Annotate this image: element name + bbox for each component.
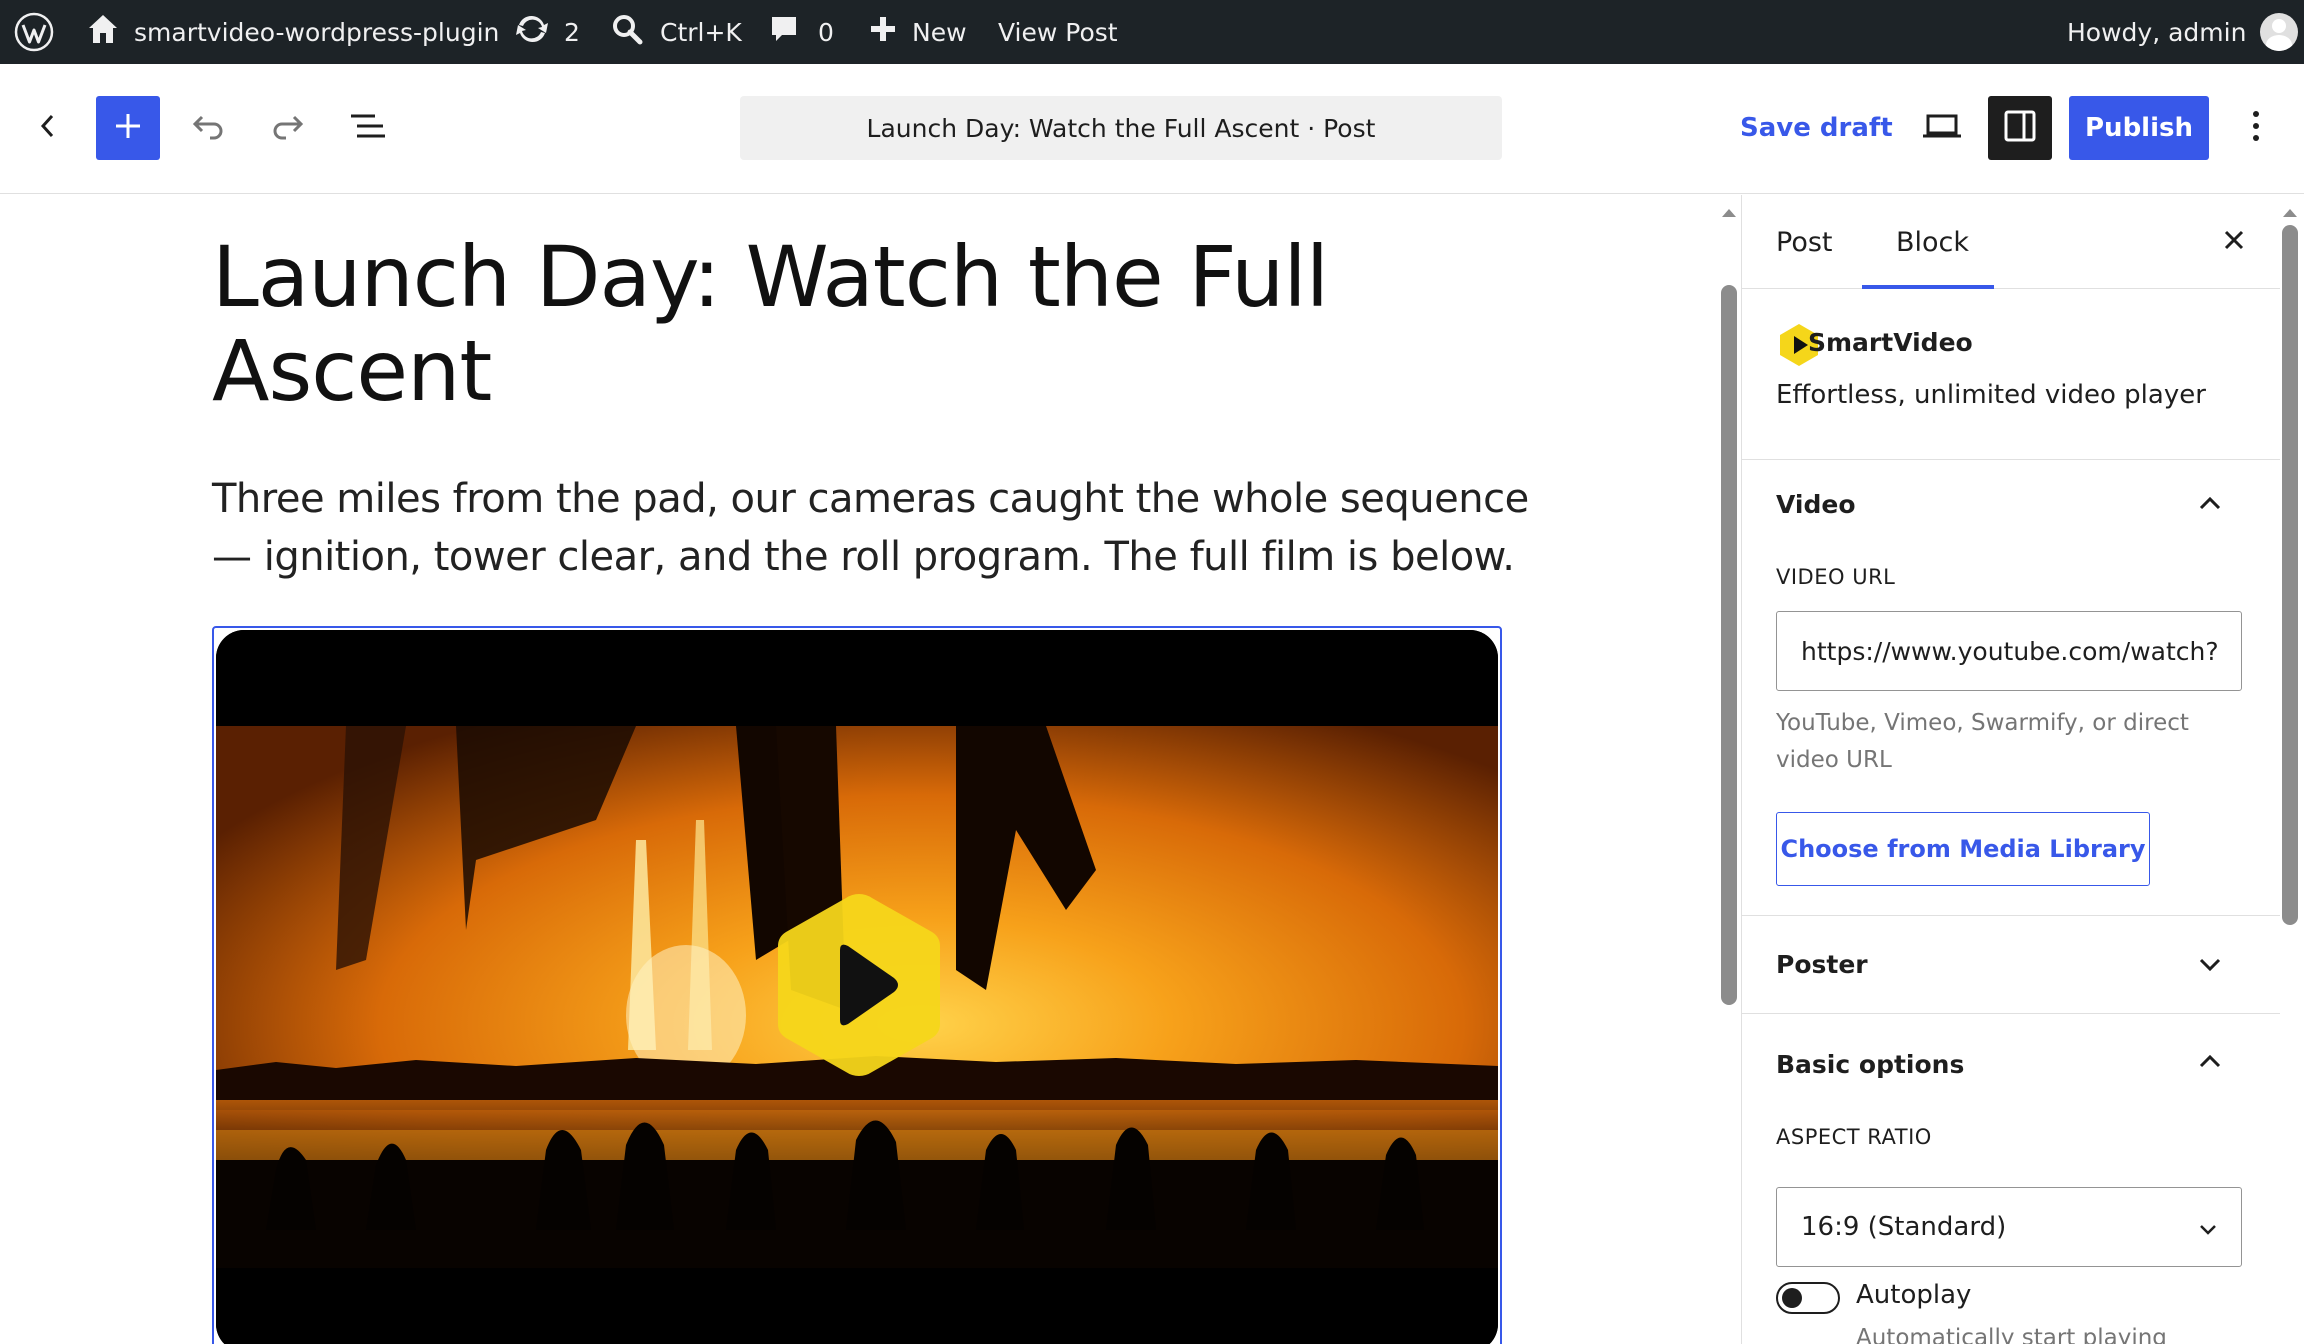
publish-button[interactable]: Publish bbox=[2069, 96, 2209, 160]
view-post-label: View Post bbox=[998, 17, 1118, 47]
aspect-ratio-select[interactable]: 16:9 (Standard) bbox=[1776, 1187, 2242, 1267]
chevron-down-icon[interactable] bbox=[2192, 947, 2228, 983]
document-overview-button[interactable] bbox=[344, 96, 392, 160]
video-url-input[interactable]: https://www.youtube.com/watch? bbox=[1776, 611, 2242, 691]
panel-divider bbox=[1742, 1013, 2280, 1014]
undo-button[interactable] bbox=[184, 96, 232, 160]
video-url-help: YouTube, Vimeo, Swarmify, or direct vide… bbox=[1776, 710, 2189, 773]
chevron-left-icon bbox=[36, 111, 60, 145]
search-shortcut: Ctrl+K bbox=[660, 17, 742, 47]
chevron-down-icon bbox=[2199, 1212, 2217, 1242]
new-label: New bbox=[912, 17, 967, 47]
block-card: SmartVideo Effortless, unlimited video p… bbox=[1742, 290, 2280, 460]
autoplay-toggle[interactable] bbox=[1776, 1282, 1840, 1314]
post-title[interactable]: Launch Day: Watch the Full Ascent bbox=[212, 230, 1512, 418]
autoplay-label: Autoplay bbox=[1856, 1280, 1972, 1310]
scroll-up-arrow-icon[interactable] bbox=[1718, 203, 1740, 223]
comments-count: 0 bbox=[818, 17, 834, 47]
tab-block[interactable]: Block bbox=[1896, 195, 1969, 289]
howdy-label: Howdy, admin bbox=[2067, 17, 2247, 47]
updates-link[interactable]: 2 bbox=[514, 0, 580, 64]
desktop-icon bbox=[1922, 111, 1962, 145]
updates-count: 2 bbox=[564, 17, 580, 47]
redo-icon bbox=[270, 111, 306, 145]
my-account-link[interactable]: Howdy, admin bbox=[2067, 0, 2299, 64]
settings-sidebar: Post Block SmartVideo Effortless, unlimi… bbox=[1741, 195, 2304, 1344]
active-tab-indicator bbox=[1862, 285, 1994, 289]
aspect-ratio-value: 16:9 (Standard) bbox=[1801, 1212, 2007, 1242]
wordpress-logo-icon[interactable] bbox=[14, 0, 54, 64]
close-icon bbox=[2222, 228, 2246, 256]
paragraph-block[interactable]: Three miles from the pad, our cameras ca… bbox=[212, 470, 1542, 586]
comment-icon bbox=[768, 13, 800, 51]
comments-link[interactable]: 0 bbox=[768, 0, 834, 64]
poster-panel-toggle[interactable]: Poster bbox=[1776, 950, 1868, 979]
autoplay-help: Automatically start playing bbox=[1856, 1325, 2167, 1344]
options-menu-button[interactable] bbox=[2236, 96, 2276, 160]
block-name: SmartVideo bbox=[1808, 328, 1973, 357]
avatar bbox=[2260, 13, 2299, 51]
video-panel-toggle[interactable]: Video bbox=[1776, 490, 1856, 519]
preview-button[interactable] bbox=[1914, 96, 1970, 160]
document-title: Launch Day: Watch the Full Ascent · Post bbox=[866, 113, 1376, 143]
back-button[interactable] bbox=[28, 96, 68, 160]
admin-bar: smartvideo-wordpress-plugin 2 Ctrl+K 0 N… bbox=[0, 0, 2304, 64]
view-post-link[interactable]: View Post bbox=[998, 0, 1118, 64]
refresh-icon bbox=[514, 11, 550, 53]
basic-options-panel-toggle[interactable]: Basic options bbox=[1776, 1050, 1964, 1079]
more-vertical-icon bbox=[2251, 110, 2261, 146]
new-content-link[interactable]: New bbox=[868, 0, 967, 64]
toggle-knob bbox=[1782, 1288, 1802, 1308]
plus-icon bbox=[113, 111, 143, 145]
chevron-up-icon[interactable] bbox=[2192, 485, 2228, 521]
choose-media-library-button[interactable]: Choose from Media Library bbox=[1776, 812, 2150, 886]
sidebar-scroll-thumb[interactable] bbox=[2282, 225, 2298, 925]
document-title-bar[interactable]: Launch Day: Watch the Full Ascent · Post bbox=[740, 96, 1502, 160]
plus-icon bbox=[868, 14, 898, 50]
search-link[interactable]: Ctrl+K bbox=[610, 0, 742, 64]
panel-divider bbox=[1742, 915, 2280, 916]
aspect-ratio-label: ASPECT RATIO bbox=[1776, 1125, 1932, 1149]
block-inserter-button[interactable] bbox=[96, 96, 160, 160]
home-icon bbox=[86, 12, 120, 52]
settings-toggle-button[interactable] bbox=[1988, 96, 2052, 160]
editor-header: Launch Day: Watch the Full Ascent · Post… bbox=[0, 64, 2304, 194]
close-sidebar-button[interactable] bbox=[2212, 220, 2256, 264]
site-name: smartvideo-wordpress-plugin bbox=[134, 17, 500, 47]
chevron-up-icon[interactable] bbox=[2192, 1043, 2228, 1079]
smartvideo-block[interactable] bbox=[212, 626, 1502, 1344]
editor-canvas: Launch Day: Watch the Full Ascent Three … bbox=[0, 195, 1740, 1344]
site-name-link[interactable]: smartvideo-wordpress-plugin bbox=[86, 0, 499, 64]
sidebar-icon bbox=[2003, 109, 2037, 147]
redo-button[interactable] bbox=[264, 96, 312, 160]
sidebar-tabs: Post Block bbox=[1742, 195, 2280, 289]
list-view-icon bbox=[349, 111, 387, 145]
undo-icon bbox=[190, 111, 226, 145]
play-button[interactable] bbox=[774, 890, 944, 1080]
search-icon bbox=[610, 12, 644, 52]
scroll-up-arrow-icon[interactable] bbox=[2279, 203, 2301, 223]
block-description: Effortless, unlimited video player bbox=[1776, 380, 2206, 410]
video-player[interactable] bbox=[216, 630, 1498, 1344]
video-url-label: VIDEO URL bbox=[1776, 565, 1896, 589]
tab-post[interactable]: Post bbox=[1776, 195, 1833, 289]
save-draft-button[interactable]: Save draft bbox=[1740, 96, 1893, 160]
canvas-scroll-thumb[interactable] bbox=[1721, 285, 1737, 1005]
